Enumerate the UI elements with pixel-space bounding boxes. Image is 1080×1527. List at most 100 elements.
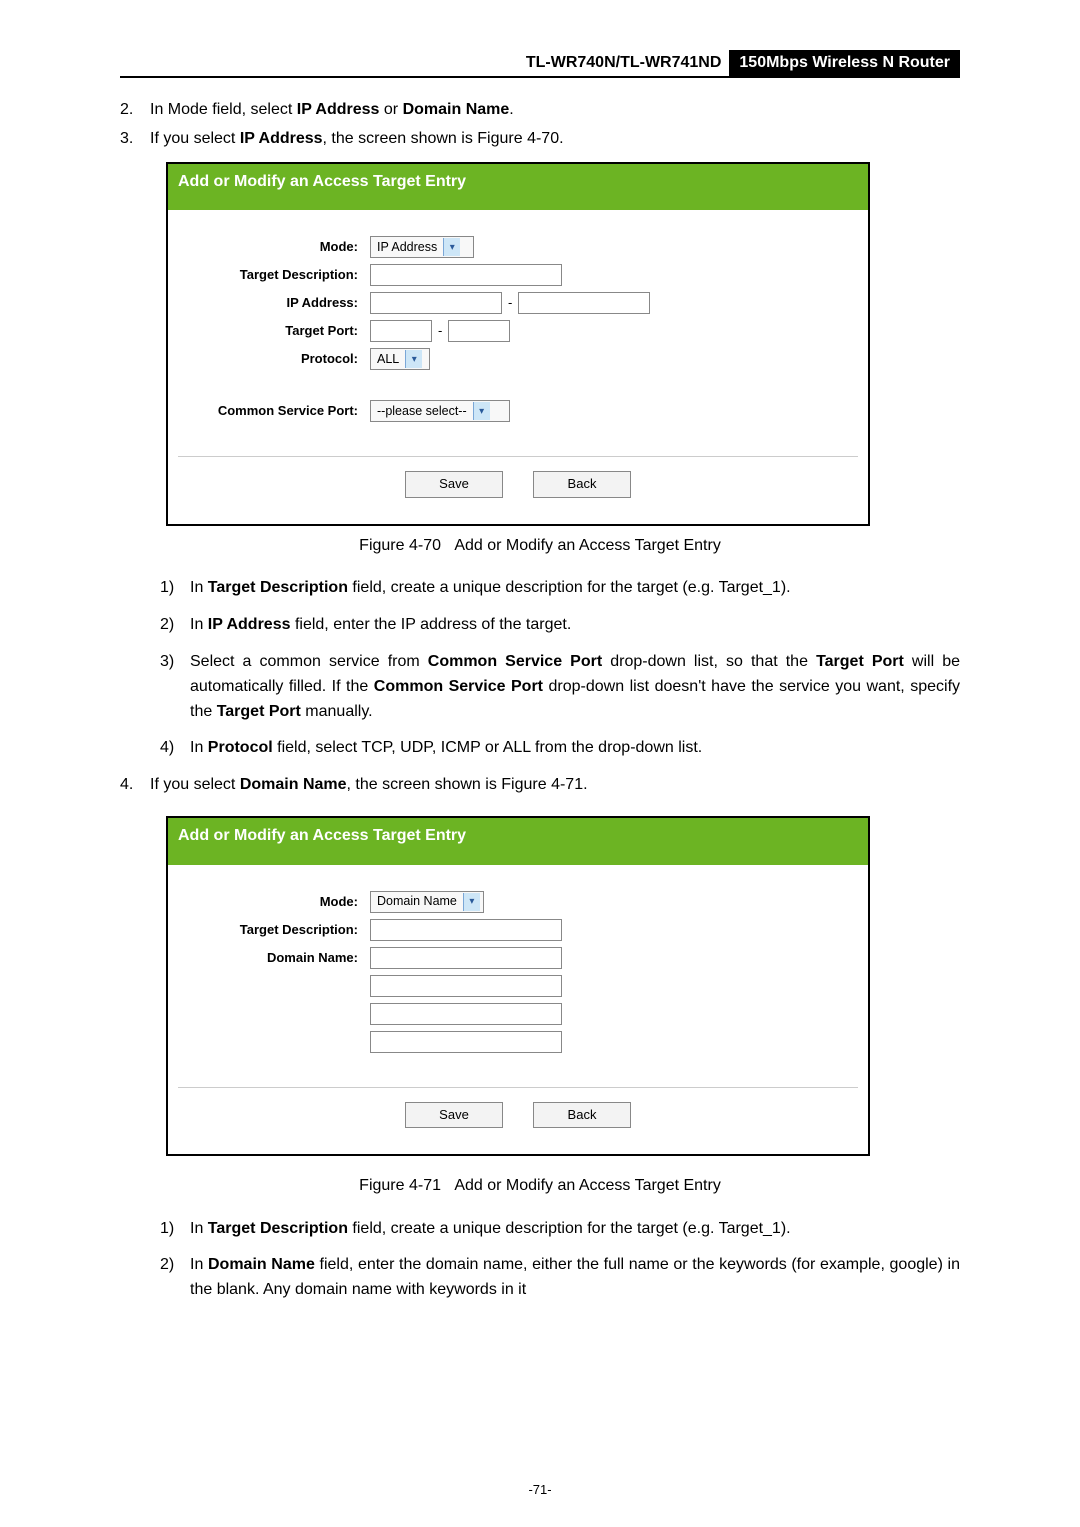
domain-name-input-2[interactable] — [370, 975, 562, 997]
caption-text: Add or Modify an Access Target Entry — [454, 537, 721, 554]
chevron-down-icon: ▾ — [443, 238, 460, 256]
chevron-down-icon: ▾ — [473, 402, 490, 420]
substep-number: 3) — [160, 650, 190, 724]
select-value: IP Address — [371, 238, 443, 257]
chevron-down-icon: ▾ — [463, 893, 480, 911]
select-value: Domain Name — [371, 892, 463, 911]
bold-text: Common Service Port — [428, 653, 602, 670]
step-number: 3. — [120, 127, 150, 152]
protocol-label: Protocol: — [178, 349, 358, 369]
back-button[interactable]: Back — [533, 1102, 631, 1128]
substep-number: 2) — [160, 1253, 190, 1303]
text: If you select — [150, 130, 240, 147]
text: If you select — [150, 776, 240, 793]
save-button[interactable]: Save — [405, 1102, 503, 1128]
text: , the screen shown is Figure 4-71. — [347, 776, 588, 793]
substep-3-1: 1) In Target Description field, create a… — [160, 576, 960, 601]
common-service-port-label: Common Service Port: — [178, 401, 358, 421]
model-number: TL-WR740N/TL-WR741ND — [518, 50, 730, 76]
back-button[interactable]: Back — [533, 471, 631, 497]
text: or — [379, 101, 402, 118]
select-value: ALL — [371, 350, 405, 369]
save-button[interactable]: Save — [405, 471, 503, 497]
bold-text: Common Service Port — [374, 678, 543, 695]
target-port-end-input[interactable] — [448, 320, 510, 342]
bold-text: IP Address — [240, 130, 323, 147]
figure-4-71: Add or Modify an Access Target Entry Mod… — [166, 816, 870, 1156]
page-number: -71- — [0, 1482, 1080, 1497]
substep-number: 1) — [160, 576, 190, 601]
figure-4-70: Add or Modify an Access Target Entry Mod… — [166, 162, 870, 526]
text: In — [190, 579, 208, 596]
mode-select[interactable]: IP Address ▾ — [370, 236, 474, 258]
ip-address-label: IP Address: — [178, 293, 358, 313]
text: manually. — [301, 703, 373, 720]
text: drop-down list, so that the — [602, 653, 816, 670]
text: In — [190, 739, 208, 756]
text: field, create a unique description for t… — [348, 1220, 791, 1237]
target-port-label: Target Port: — [178, 321, 358, 341]
substep-number: 4) — [160, 736, 190, 761]
substep-3-4: 4) In Protocol field, select TCP, UDP, I… — [160, 736, 960, 761]
common-service-port-select[interactable]: --please select-- ▾ — [370, 400, 510, 422]
step-4: 4. If you select Domain Name, the screen… — [120, 773, 960, 798]
mode-label: Mode: — [178, 892, 358, 912]
text: Select a common service from — [190, 653, 428, 670]
domain-name-input-3[interactable] — [370, 1003, 562, 1025]
domain-name-input-4[interactable] — [370, 1031, 562, 1053]
chevron-down-icon: ▾ — [405, 350, 422, 368]
target-port-start-input[interactable] — [370, 320, 432, 342]
ip-address-end-input[interactable] — [518, 292, 650, 314]
figure-title: Add or Modify an Access Target Entry — [168, 818, 868, 867]
text: In Mode field, select — [150, 101, 297, 118]
step-3: 3. If you select IP Address, the screen … — [120, 127, 960, 152]
bold-text: Target Description — [208, 1220, 348, 1237]
protocol-select[interactable]: ALL ▾ — [370, 348, 430, 370]
text: field, create a unique description for t… — [348, 579, 791, 596]
target-description-label: Target Description: — [178, 265, 358, 285]
target-description-input[interactable] — [370, 919, 562, 941]
ip-address-start-input[interactable] — [370, 292, 502, 314]
substep-4-2: 2) In Domain Name field, enter the domai… — [160, 1253, 960, 1303]
step-number: 2. — [120, 98, 150, 123]
bold-text: Target Port — [816, 653, 904, 670]
domain-name-input-1[interactable] — [370, 947, 562, 969]
figure-4-70-caption: Figure 4-70 Add or Modify an Access Targ… — [120, 534, 960, 559]
substep-3-3: 3) Select a common service from Common S… — [160, 650, 960, 724]
bold-text: IP Address — [297, 101, 380, 118]
mode-label: Mode: — [178, 237, 358, 257]
bold-text: Target Port — [217, 703, 301, 720]
target-description-label: Target Description: — [178, 920, 358, 940]
step-number: 4. — [120, 773, 150, 798]
caption-number: Figure 4-70 — [359, 537, 445, 554]
bold-text: IP Address — [208, 616, 291, 633]
bold-text: Target Description — [208, 579, 348, 596]
text: field, enter the IP address of the targe… — [291, 616, 572, 633]
figure-4-71-caption: Figure 4-71 Add or Modify an Access Targ… — [120, 1174, 960, 1199]
caption-text: Add or Modify an Access Target Entry — [454, 1177, 721, 1194]
text: In — [190, 616, 208, 633]
substep-3-2: 2) In IP Address field, enter the IP add… — [160, 613, 960, 638]
bold-text: Domain Name — [208, 1256, 315, 1273]
range-dash: - — [508, 293, 512, 313]
step-2: 2. In Mode field, select IP Address or D… — [120, 98, 960, 123]
domain-name-label: Domain Name: — [178, 948, 358, 968]
range-dash: - — [438, 321, 442, 341]
router-name: 150Mbps Wireless N Router — [729, 50, 960, 76]
caption-number: Figure 4-71 — [359, 1177, 445, 1194]
bold-text: Protocol — [208, 739, 273, 756]
text: In — [190, 1220, 208, 1237]
substep-number: 1) — [160, 1217, 190, 1242]
text: . — [509, 101, 513, 118]
text: In — [190, 1256, 208, 1273]
text: , the screen shown is Figure 4-70. — [323, 130, 564, 147]
bold-text: Domain Name — [240, 776, 347, 793]
text: field, select TCP, UDP, ICMP or ALL from… — [273, 739, 703, 756]
figure-title: Add or Modify an Access Target Entry — [168, 164, 868, 213]
header: TL-WR740N/TL-WR741ND 150Mbps Wireless N … — [120, 50, 960, 78]
target-description-input[interactable] — [370, 264, 562, 286]
substep-number: 2) — [160, 613, 190, 638]
select-value: --please select-- — [371, 402, 473, 421]
substep-4-1: 1) In Target Description field, create a… — [160, 1217, 960, 1242]
mode-select[interactable]: Domain Name ▾ — [370, 891, 484, 913]
